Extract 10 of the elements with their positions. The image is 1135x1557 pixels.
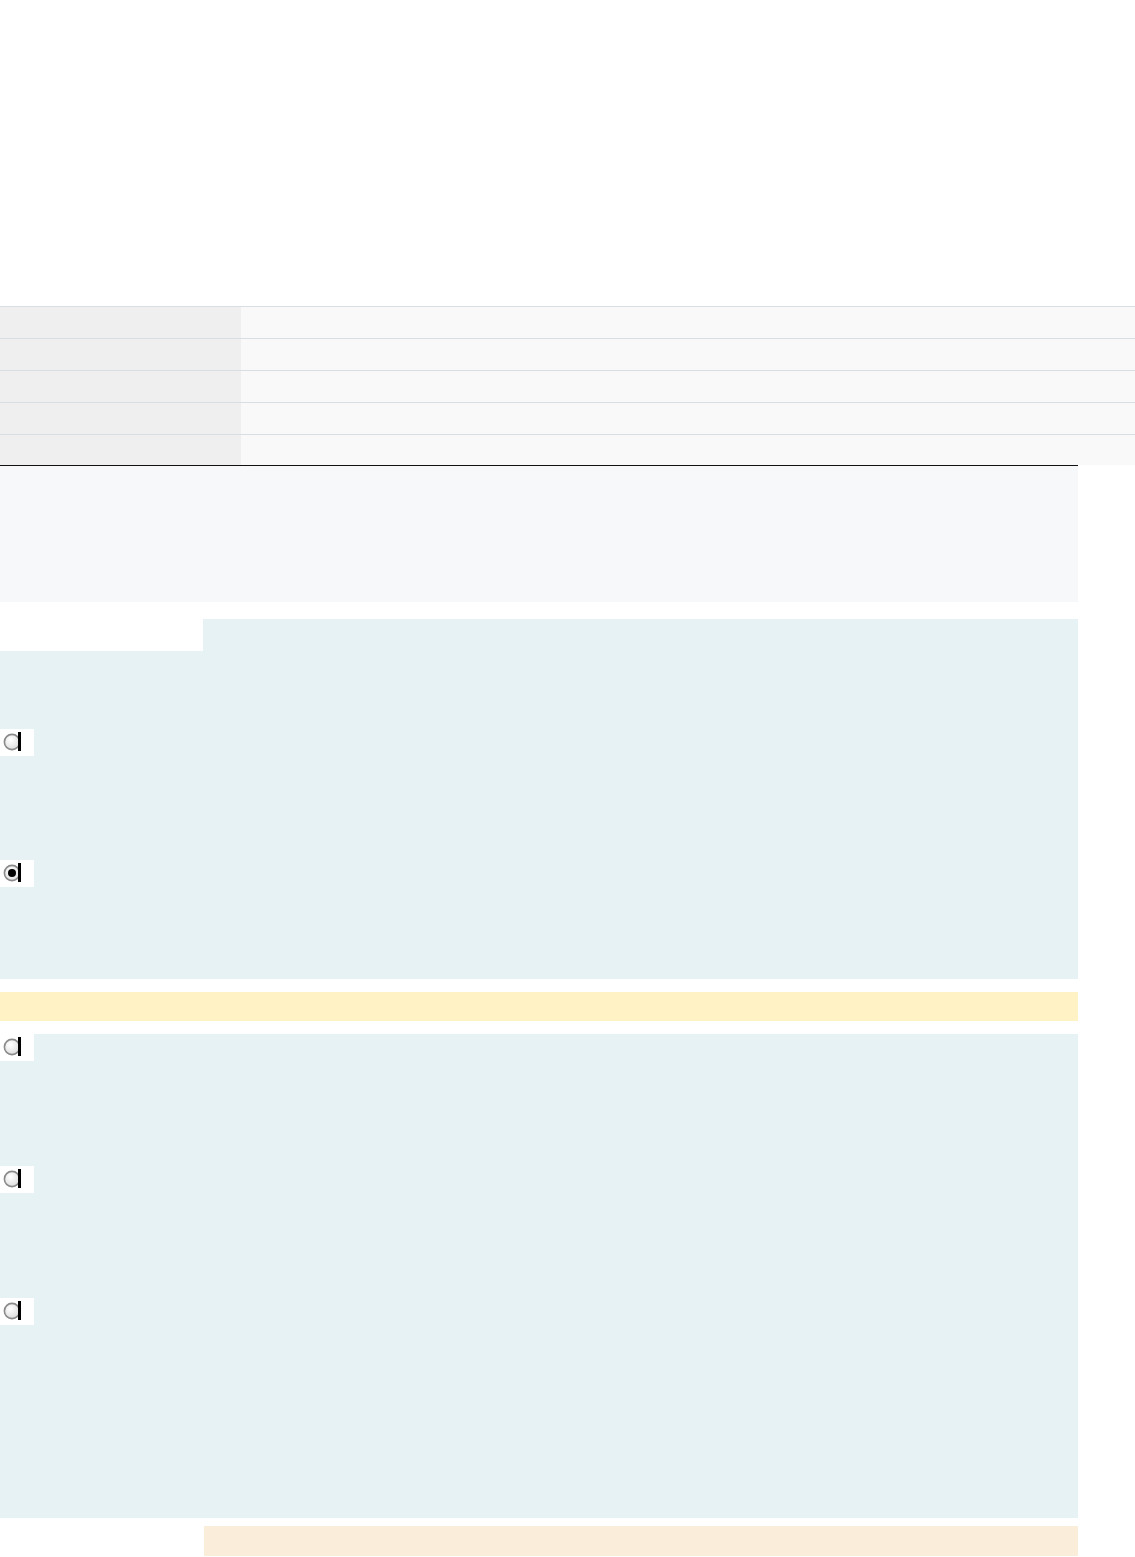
radio-button[interactable]: [0, 860, 34, 887]
radio-button[interactable]: [0, 729, 34, 756]
text-cursor: [18, 732, 21, 751]
text-cursor: [18, 1037, 21, 1056]
text-cursor: [18, 863, 21, 882]
radio-button[interactable]: [0, 1166, 34, 1193]
text-cursor: [18, 1169, 21, 1188]
radio-button[interactable]: [0, 1034, 34, 1061]
text-cursor: [18, 1301, 21, 1320]
radio-button[interactable]: [0, 1298, 34, 1325]
